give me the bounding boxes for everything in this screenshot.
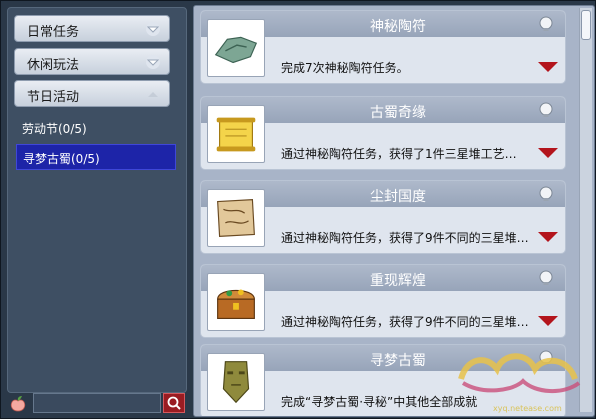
task-card: 古蜀奇缘 通过神秘陶符任务，获得了1件三星堆工艺… bbox=[200, 96, 566, 170]
category-panel: 日常任务 休闲玩法 节日活动 劳动节(0/5) 寻梦古蜀(0/5) bbox=[7, 7, 187, 393]
search-icon bbox=[167, 396, 181, 410]
category-label: 休闲玩法 bbox=[27, 58, 80, 73]
task-description: 通过神秘陶符任务，获得了1件三星堆工艺… bbox=[281, 147, 517, 161]
scrollbar-thumb[interactable] bbox=[581, 10, 591, 40]
chevron-down-icon bbox=[146, 55, 160, 69]
festival-item-dream-ancient-shu[interactable]: 寻梦古蜀(0/5) bbox=[16, 144, 176, 170]
ancient-map-icon bbox=[207, 189, 265, 247]
search-input[interactable] bbox=[33, 393, 161, 413]
task-description: 通过神秘陶符任务，获得了9件不同的三星堆… bbox=[281, 315, 529, 329]
festival-item-labor-day[interactable]: 劳动节(0/5) bbox=[16, 115, 176, 141]
expand-arrow-icon[interactable] bbox=[537, 61, 559, 73]
peach-icon bbox=[10, 396, 26, 412]
category-label: 日常任务 bbox=[27, 25, 80, 40]
golden-scroll-icon bbox=[207, 105, 265, 163]
expand-arrow-icon[interactable] bbox=[537, 231, 559, 243]
achievement-window: 日常任务 休闲玩法 节日活动 劳动节(0/5) 寻梦古蜀(0/5) 神秘陶符 完… bbox=[0, 0, 596, 419]
task-card: 神秘陶符 完成7次神秘陶符任务。 bbox=[200, 10, 566, 84]
festival-item-label: 寻梦古蜀(0/5) bbox=[23, 152, 100, 166]
task-card: 重现辉煌 通过神秘陶符任务，获得了9件不同的三星堆… bbox=[200, 264, 566, 338]
task-description: 通过神秘陶符任务，获得了9件不同的三星堆… bbox=[281, 231, 529, 245]
search-bar bbox=[7, 393, 185, 415]
category-daily-tasks[interactable]: 日常任务 bbox=[14, 15, 170, 42]
hint-bulb-icon bbox=[539, 102, 553, 117]
expand-arrow-icon[interactable] bbox=[537, 315, 559, 327]
hint-bulb-icon bbox=[539, 186, 553, 201]
hint-bulb-icon bbox=[539, 16, 553, 31]
category-festival-events[interactable]: 节日活动 bbox=[14, 80, 170, 107]
hint-bulb-icon bbox=[539, 270, 553, 285]
expand-arrow-icon[interactable] bbox=[537, 147, 559, 159]
jade-talisman-icon bbox=[207, 19, 265, 77]
watermark-url: xyq.netease.com bbox=[493, 404, 562, 413]
task-description: 完成7次神秘陶符任务。 bbox=[281, 61, 409, 75]
category-label: 节日活动 bbox=[27, 90, 80, 105]
treasure-chest-icon bbox=[207, 273, 265, 331]
search-button[interactable] bbox=[163, 393, 185, 413]
festival-item-label: 劳动节(0/5) bbox=[22, 122, 87, 136]
chevron-down-icon bbox=[146, 22, 160, 36]
task-card: 尘封国度 通过神秘陶符任务，获得了9件不同的三星堆… bbox=[200, 180, 566, 254]
category-leisure-play[interactable]: 休闲玩法 bbox=[14, 48, 170, 75]
game-logo-watermark: xyq.netease.com bbox=[453, 339, 589, 415]
chevron-up-icon bbox=[148, 92, 158, 97]
bronze-mask-icon bbox=[207, 353, 265, 411]
